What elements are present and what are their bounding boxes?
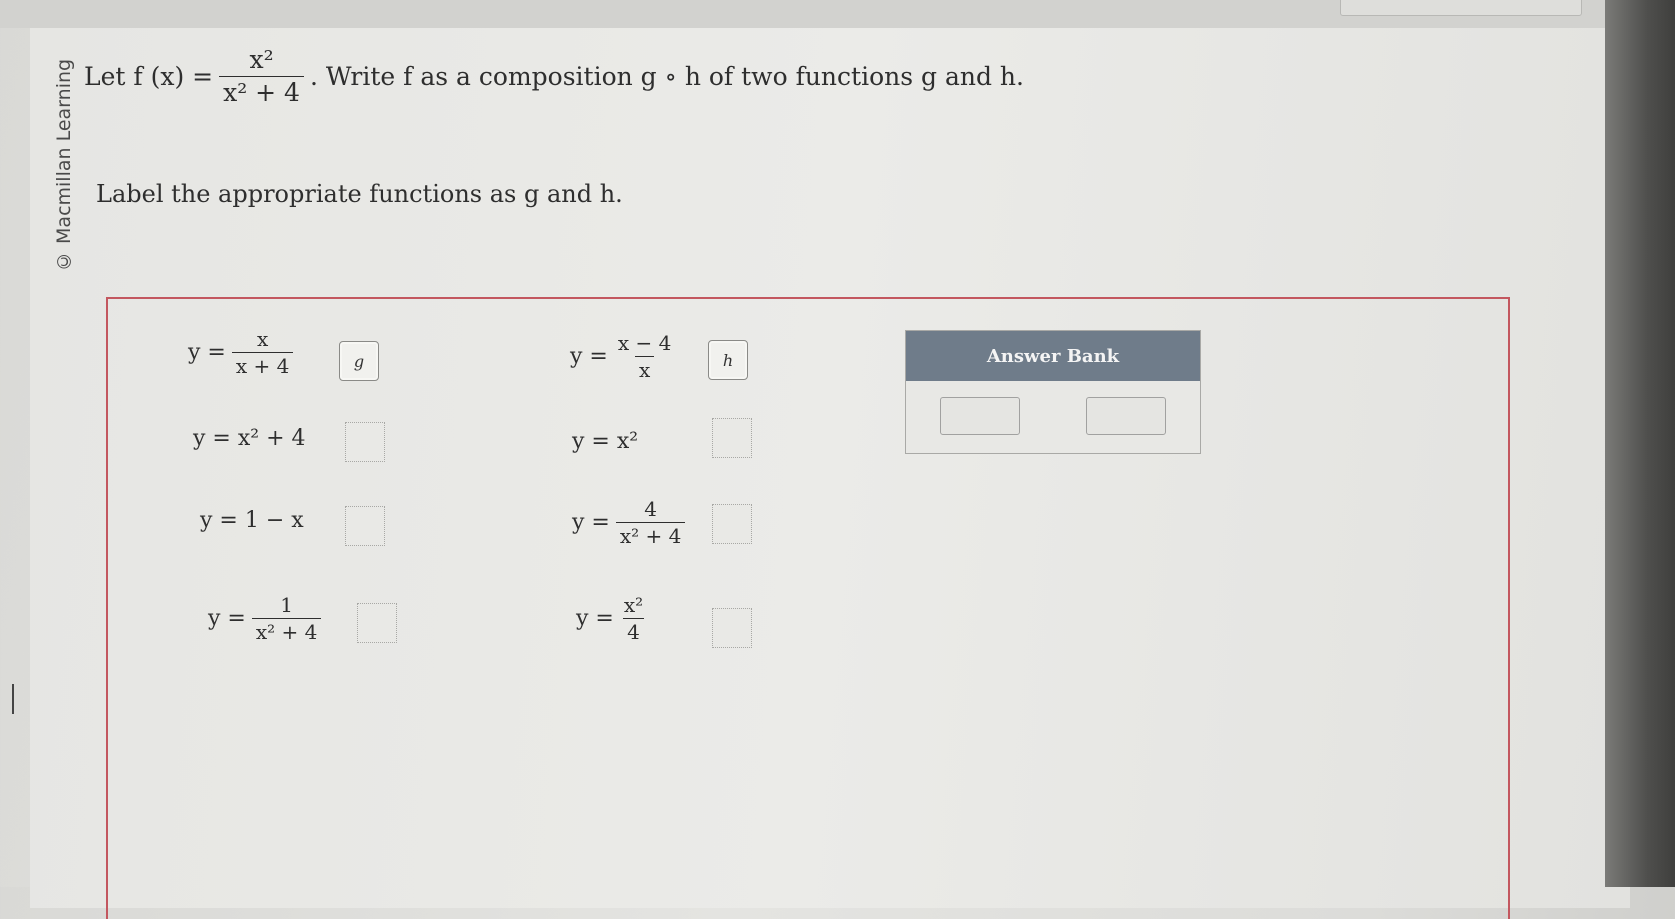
function-item-1-minus-x: y = 1 − x bbox=[200, 508, 304, 533]
question-text: Let f (x) = x² x² + 4 . Write f as a com… bbox=[84, 36, 1024, 116]
label-slot-left-2[interactable] bbox=[345, 422, 385, 462]
text-cursor bbox=[12, 684, 14, 714]
function-item-1-over-x-squared-plus-4: y = 1 x² + 4 bbox=[208, 594, 327, 643]
question-prefix: Let f (x) = bbox=[84, 61, 214, 91]
answer-bank-title: Answer Bank bbox=[906, 331, 1200, 381]
function-item-x-squared-over-4: y = x² 4 bbox=[576, 594, 653, 643]
fraction-numerator: 1 bbox=[280, 593, 293, 617]
fraction-denominator: x² + 4 bbox=[615, 522, 686, 547]
function-lhs: y = bbox=[208, 606, 246, 631]
fraction-denominator: x + 4 bbox=[231, 352, 294, 377]
function-lhs: y = bbox=[570, 344, 608, 369]
question-fraction: x² x² + 4 bbox=[219, 46, 304, 106]
function-fraction: 4 x² + 4 bbox=[615, 497, 686, 547]
function-fraction: x x + 4 bbox=[231, 327, 294, 377]
instruction-text: Label the appropriate functions as g and… bbox=[96, 180, 623, 208]
top-tab[interactable] bbox=[1340, 0, 1582, 16]
function-fraction: x² 4 bbox=[620, 594, 647, 643]
function-lhs: y = bbox=[188, 340, 226, 365]
fraction-denominator: x bbox=[634, 356, 655, 381]
question-suffix: . Write f as a composition g ∘ h of two … bbox=[309, 61, 1024, 91]
function-lhs: y = bbox=[572, 510, 610, 535]
answer-bank-slot-1[interactable] bbox=[940, 397, 1020, 435]
function-item-4-over-x-squared-plus-4: y = 4 x² + 4 bbox=[572, 498, 691, 547]
label-slot-right-3[interactable] bbox=[712, 504, 752, 544]
fraction-numerator: x − 4 bbox=[617, 331, 672, 355]
fraction-denominator: 4 bbox=[623, 618, 644, 643]
function-item-x-over-x-plus-4: y = x x + 4 bbox=[188, 328, 299, 377]
label-slot-left-3[interactable] bbox=[345, 506, 385, 546]
function-item-x-squared-plus-4: y = x² + 4 bbox=[193, 426, 306, 451]
top-strip bbox=[0, 0, 1675, 28]
fraction-numerator: 4 bbox=[644, 497, 657, 521]
question-fraction-numerator: x² bbox=[249, 45, 274, 74]
question-fraction-denominator: x² + 4 bbox=[219, 75, 304, 107]
function-lhs: y = bbox=[576, 606, 614, 631]
function-fraction: x − 4 x bbox=[614, 332, 675, 381]
fraction-denominator: x² + 4 bbox=[251, 618, 322, 643]
screen-bezel bbox=[1605, 0, 1675, 887]
function-item-x-minus-4-over-x: y = x − 4 x bbox=[570, 332, 681, 381]
label-slot-right-2[interactable] bbox=[712, 418, 752, 458]
copyright-watermark: © Macmillan Learning bbox=[53, 58, 75, 272]
function-item-x-squared: y = x² bbox=[572, 429, 639, 454]
label-slot-right-1[interactable]: h bbox=[708, 340, 748, 380]
label-slot-right-4[interactable] bbox=[712, 608, 752, 648]
answer-bank-slot-2[interactable] bbox=[1086, 397, 1166, 435]
answer-bank: Answer Bank bbox=[905, 330, 1201, 454]
label-slot-left-4[interactable] bbox=[357, 603, 397, 643]
label-slot-left-1[interactable]: g bbox=[339, 341, 379, 381]
fraction-numerator: x² bbox=[623, 593, 644, 617]
fraction-numerator: x bbox=[256, 327, 269, 351]
function-fraction: 1 x² + 4 bbox=[251, 593, 322, 643]
